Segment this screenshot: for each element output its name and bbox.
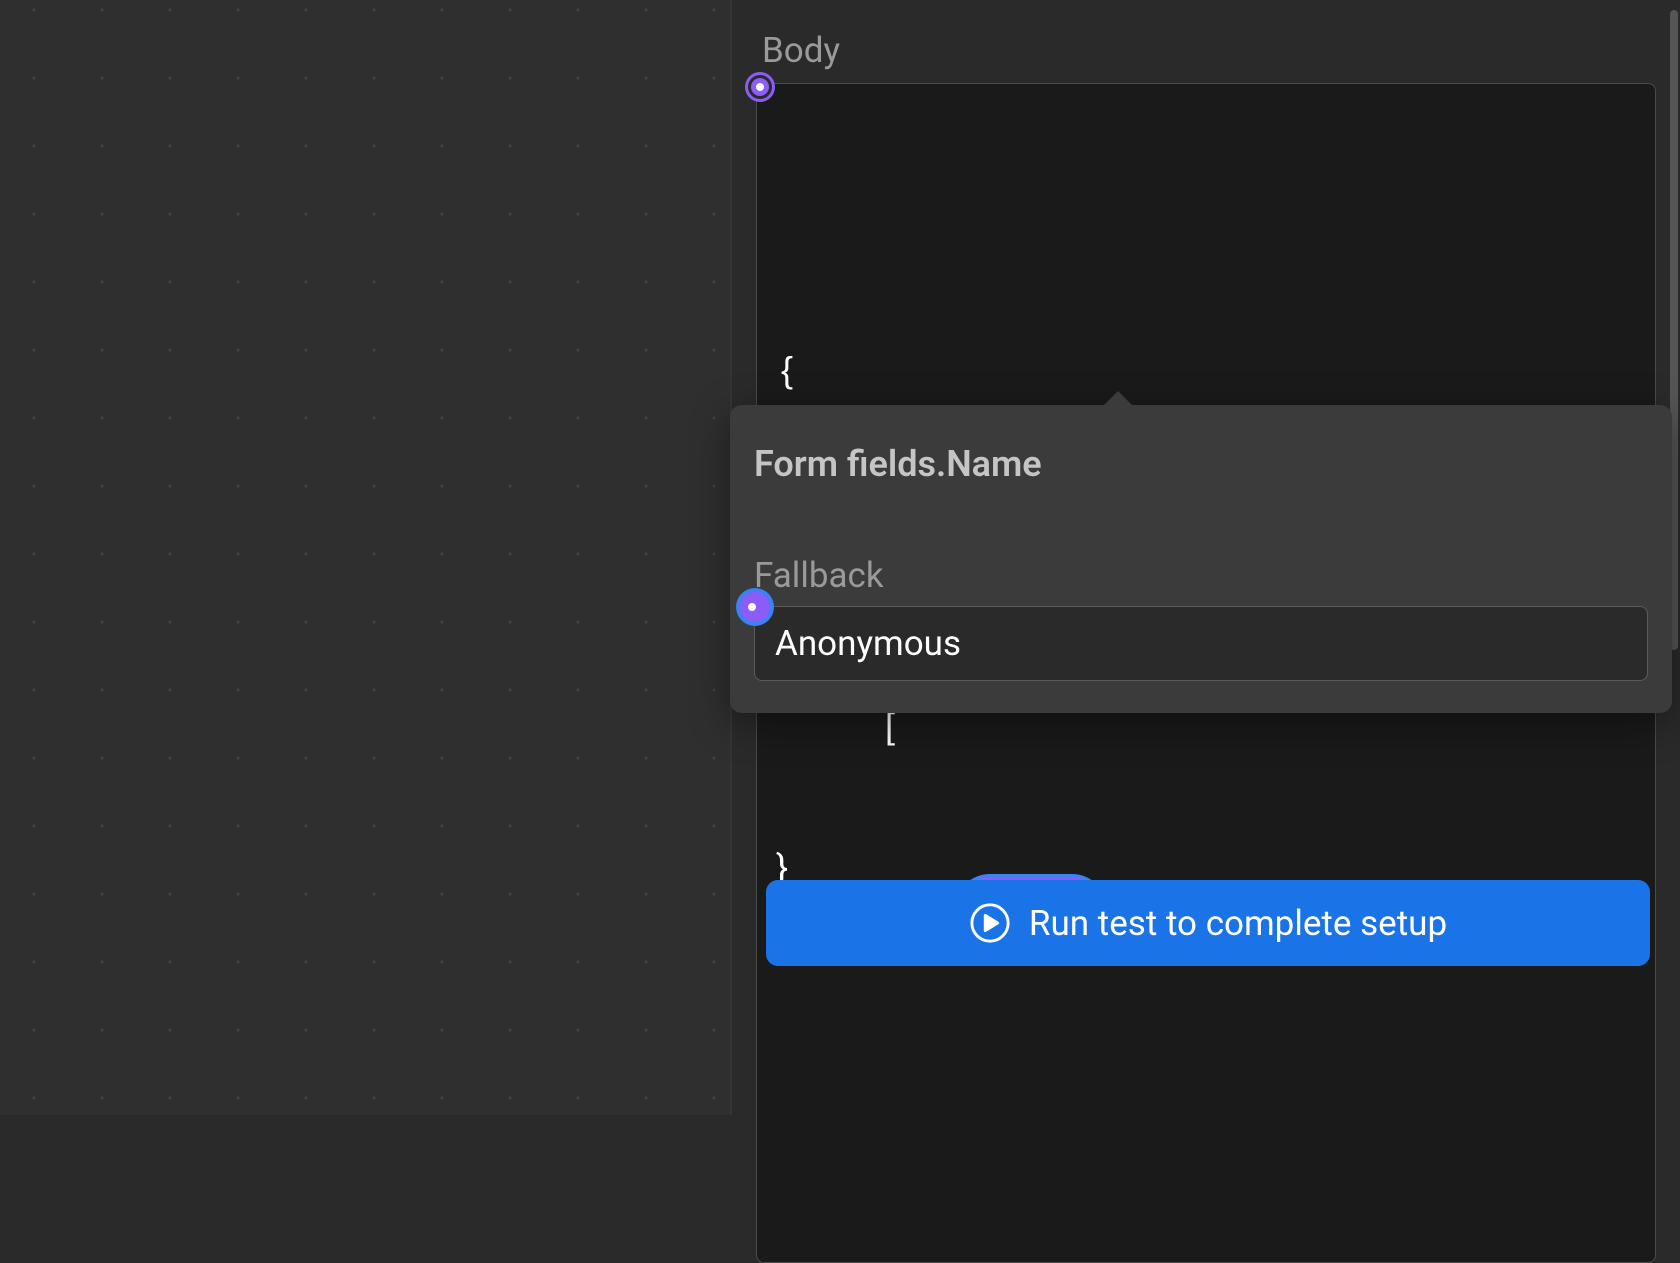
variable-config-popover: Form fields.Name Fallback (730, 405, 1672, 713)
popover-title: Form fields.Name (754, 443, 1648, 485)
body-section-label: Body (756, 30, 1656, 71)
run-test-button[interactable]: Run test to complete setup (766, 880, 1650, 966)
fallback-input-handle[interactable] (740, 592, 770, 622)
fallback-input-container (754, 606, 1648, 681)
play-circle-icon (969, 902, 1011, 944)
body-input-handle[interactable] (748, 75, 772, 99)
dot-grid-background (0, 0, 730, 1115)
canvas-panel[interactable] (0, 0, 730, 1115)
run-button-label: Run test to complete setup (1029, 903, 1447, 944)
code-line: { (781, 340, 1631, 399)
fallback-input[interactable] (754, 606, 1648, 681)
fallback-label: Fallback (754, 555, 1648, 596)
